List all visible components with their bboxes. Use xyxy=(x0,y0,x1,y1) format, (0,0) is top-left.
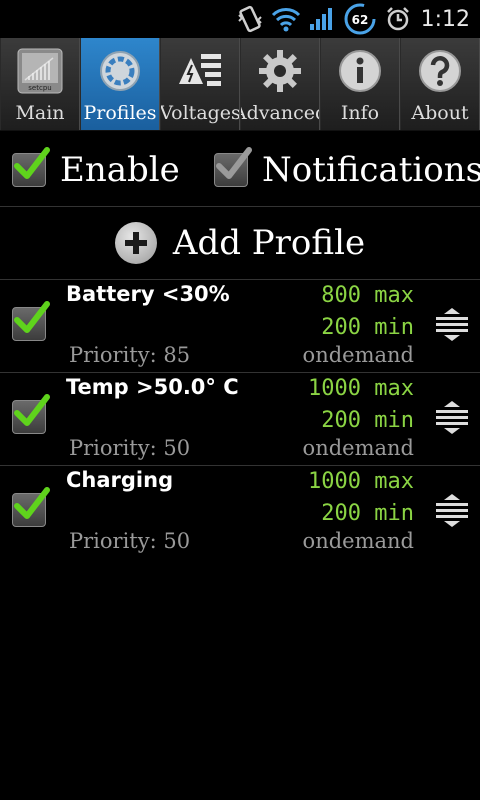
alarm-icon xyxy=(381,2,415,36)
profile-priority: Priority: 85 xyxy=(69,343,191,367)
tab-bar: setcpu Main Profiles Voltages Advanced I… xyxy=(0,38,480,131)
tab-main-label: Main xyxy=(15,102,65,124)
status-time: 1:12 xyxy=(420,6,470,32)
profile-min-freq: 200 min xyxy=(321,408,414,433)
info-icon xyxy=(335,46,385,96)
check-icon xyxy=(14,487,50,519)
add-profile-button[interactable]: Add Profile xyxy=(0,207,480,280)
check-icon xyxy=(14,301,50,333)
drag-handle-icon[interactable] xyxy=(434,492,470,528)
svg-text:setcpu: setcpu xyxy=(28,84,51,92)
profile-row[interactable]: Battery <30% 800 max 200 min Priority: 8… xyxy=(0,280,480,373)
vibrate-icon xyxy=(233,2,267,36)
tab-main[interactable]: setcpu Main xyxy=(0,38,80,130)
gear-circle-icon xyxy=(95,46,145,96)
enable-toggle[interactable]: Enable xyxy=(12,147,180,190)
gear-icon xyxy=(255,46,305,96)
profile-name: Battery <30% xyxy=(66,282,230,306)
profile-checkbox[interactable] xyxy=(12,301,50,341)
notifications-label: Notifications xyxy=(262,150,480,190)
tab-about[interactable]: About xyxy=(400,38,480,130)
drag-handle-icon[interactable] xyxy=(434,306,470,342)
profile-checkbox[interactable] xyxy=(12,487,50,527)
tab-voltages-label: Voltages xyxy=(160,102,240,124)
tab-info-label: Info xyxy=(340,102,380,124)
battery-level: 62 xyxy=(351,13,368,27)
check-icon xyxy=(14,394,50,426)
wifi-icon xyxy=(269,2,303,36)
global-options: Enable Notifications xyxy=(0,130,480,207)
voltage-list-icon xyxy=(175,46,225,96)
enable-label: Enable xyxy=(60,150,180,190)
check-icon xyxy=(216,147,252,179)
enable-checkbox[interactable] xyxy=(12,147,50,187)
tab-info[interactable]: Info xyxy=(320,38,400,130)
drag-handle-icon[interactable] xyxy=(434,399,470,435)
profile-row[interactable]: Charging 1000 max 200 min Priority: 50 o… xyxy=(0,466,480,558)
signal-icon xyxy=(305,2,339,36)
tab-advanced[interactable]: Advanced xyxy=(240,38,320,130)
profile-priority: Priority: 50 xyxy=(69,529,191,553)
tab-voltages[interactable]: Voltages xyxy=(160,38,240,130)
profile-name: Charging xyxy=(66,468,174,492)
notifications-toggle[interactable]: Notifications xyxy=(214,147,480,190)
profile-max-freq: 1000 max xyxy=(308,376,414,401)
notifications-checkbox[interactable] xyxy=(214,147,252,187)
battery-icon: 62 xyxy=(341,2,379,36)
check-icon xyxy=(14,147,50,179)
add-profile-label: Add Profile xyxy=(172,223,366,263)
profile-name: Temp >50.0° C xyxy=(66,375,239,399)
setcpu-logo-icon: setcpu xyxy=(15,46,65,96)
tab-advanced-label: Advanced xyxy=(241,102,319,124)
profile-min-freq: 200 min xyxy=(321,501,414,526)
status-bar: 62 1:12 xyxy=(0,0,480,38)
help-icon xyxy=(415,46,465,96)
tab-profiles[interactable]: Profiles xyxy=(80,38,160,130)
tab-profiles-label: Profiles xyxy=(83,102,157,124)
profile-checkbox[interactable] xyxy=(12,394,50,434)
profile-row[interactable]: Temp >50.0° C 1000 max 200 min Priority:… xyxy=(0,373,480,466)
profile-max-freq: 800 max xyxy=(321,283,414,308)
profile-governor: ondemand xyxy=(302,436,414,460)
profile-priority: Priority: 50 xyxy=(69,436,191,460)
profile-max-freq: 1000 max xyxy=(308,469,414,494)
profile-governor: ondemand xyxy=(302,343,414,367)
plus-icon xyxy=(114,222,157,264)
tab-about-label: About xyxy=(411,102,469,124)
profile-min-freq: 200 min xyxy=(321,315,414,340)
profile-governor: ondemand xyxy=(302,529,414,553)
